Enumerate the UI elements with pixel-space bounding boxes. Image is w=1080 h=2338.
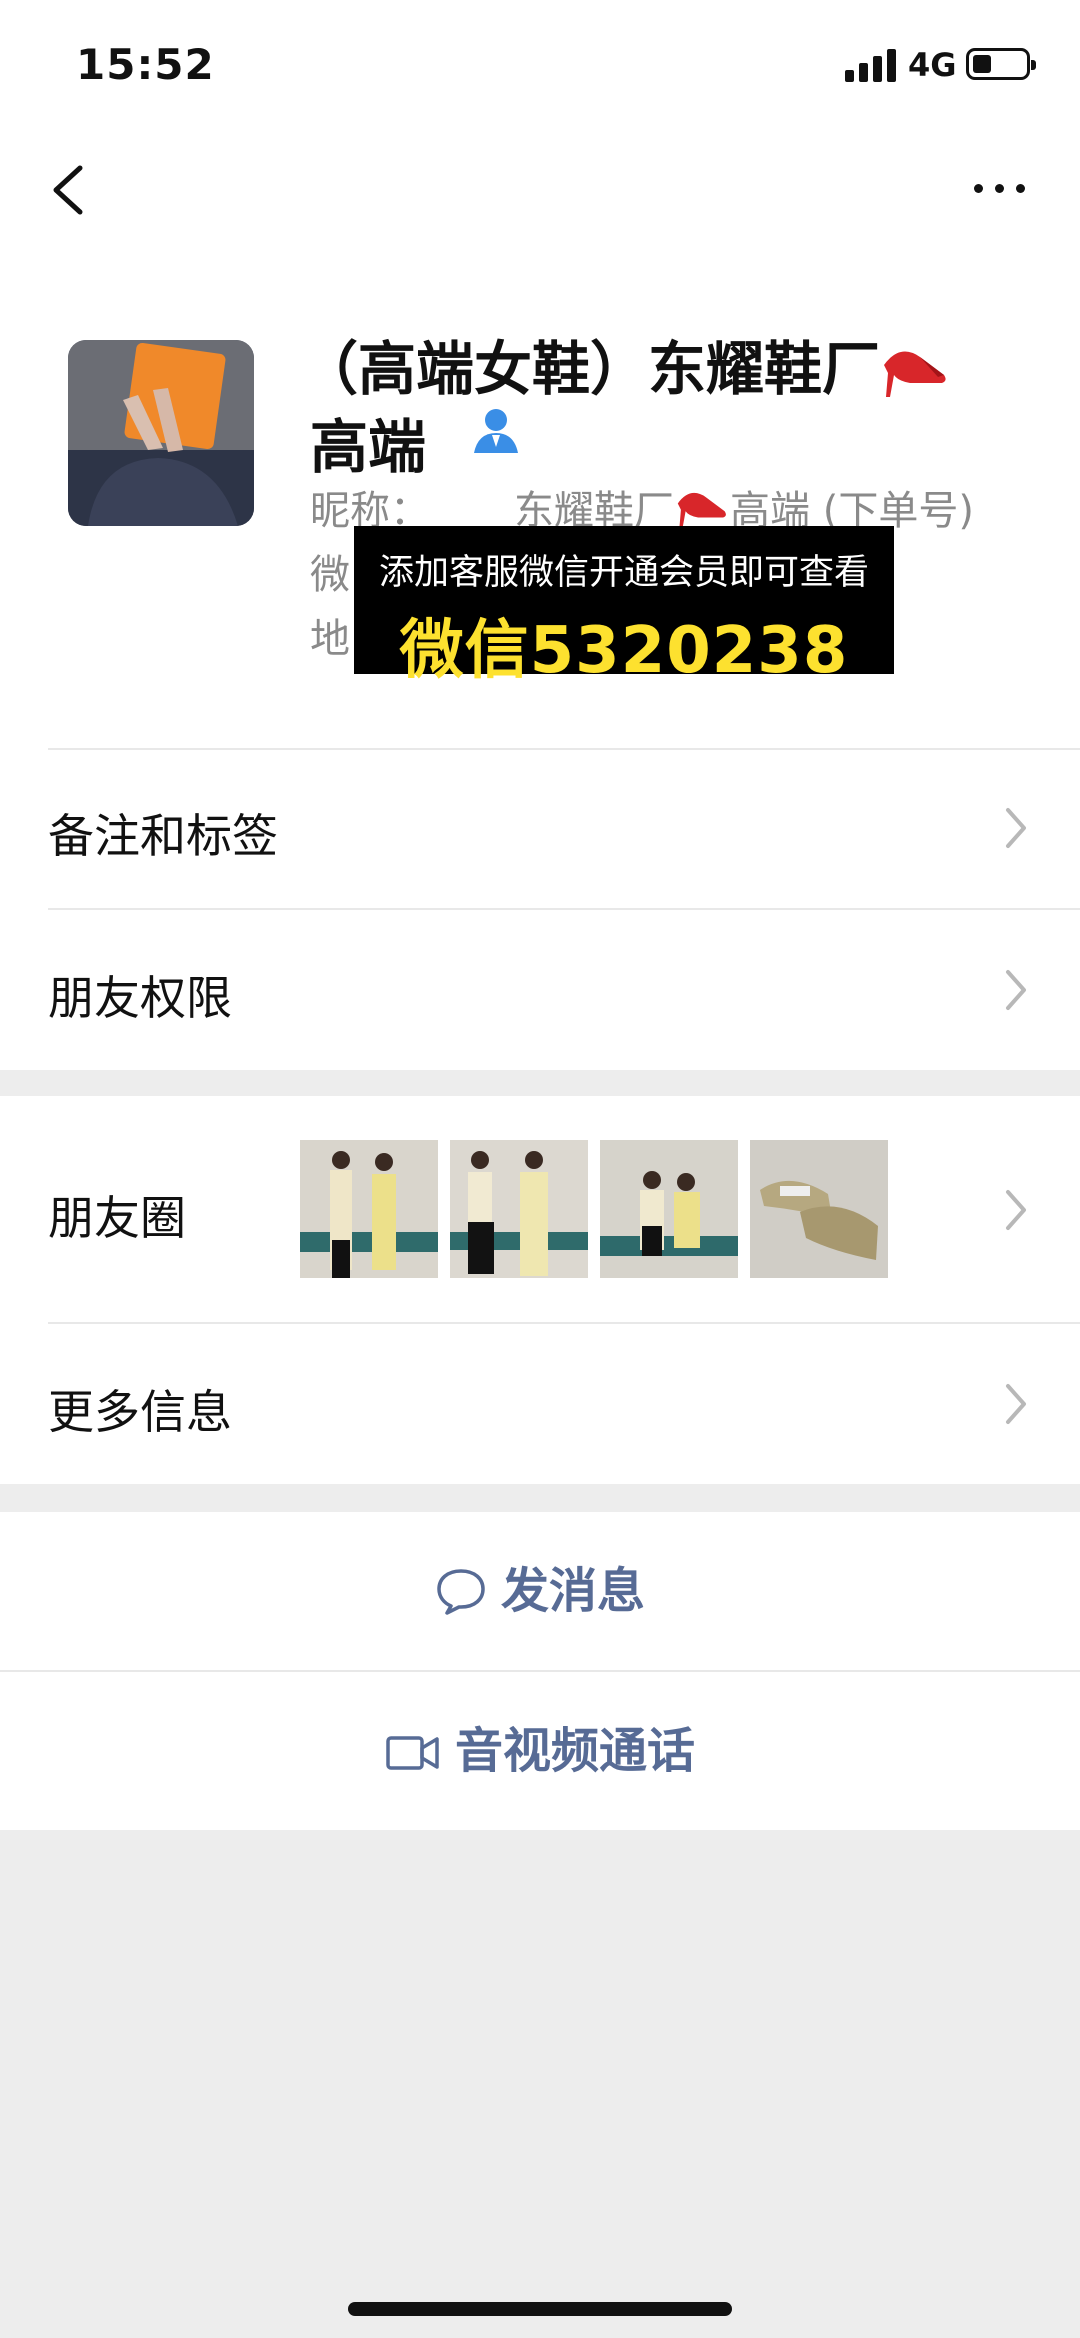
moments-thumbnail [750,1140,888,1278]
video-call-button[interactable]: 音视频通话 [0,1672,1080,1830]
chevron-right-icon [1006,970,1026,1010]
chat-bubble-icon [437,1569,485,1615]
moments-thumbnail [450,1140,588,1278]
video-camera-icon [386,1736,439,1770]
verified-person-icon [470,405,522,455]
moments-thumbnail [600,1140,738,1278]
network-type: 4G [908,46,957,84]
status-time: 15:52 [76,40,215,89]
region-label: 地 [310,616,350,662]
high-heel-icon [674,480,730,530]
chevron-right-icon [1006,808,1026,848]
home-indicator[interactable] [348,2302,732,2316]
profile-name-text: （高端女鞋）东耀鞋厂 [300,335,881,403]
promo-line1: 添加客服微信开通会员即可查看 [378,553,869,593]
chevron-right-icon [1006,1190,1026,1230]
chevron-right-icon [1006,1384,1026,1424]
more-icon[interactable] [970,168,1030,208]
back-icon[interactable] [42,160,102,220]
remarks-label: 备注和标签 [48,809,278,863]
avatar[interactable] [68,340,254,526]
send-message-button[interactable]: 发消息 [0,1512,1080,1670]
more-info-label: 更多信息 [48,1385,232,1439]
send-message-label: 发消息 [500,1563,645,1619]
promo-overlay: 添加客服微信开通会员即可查看 微信5320238 [354,526,894,688]
wechat-id-label: 微 [310,552,350,598]
high-heel-icon [880,335,950,399]
promo-line2: 微信5320238 [399,614,849,688]
moments-label: 朋友圈 [48,1191,186,1245]
signal-icon [845,48,897,82]
video-call-label: 音视频通话 [454,1723,695,1779]
profile-name: （高端女鞋）东耀鞋厂 [300,322,950,406]
more-info-row[interactable]: 更多信息 [0,1324,1080,1484]
friend-permissions-row[interactable]: 朋友权限 [0,910,1080,1070]
moments-thumbnail [300,1140,438,1278]
remarks-row[interactable]: 备注和标签 [0,750,1080,908]
permissions-label: 朋友权限 [48,971,232,1025]
profile-name-line2: 高端 [310,413,427,481]
battery-icon [966,48,1036,80]
